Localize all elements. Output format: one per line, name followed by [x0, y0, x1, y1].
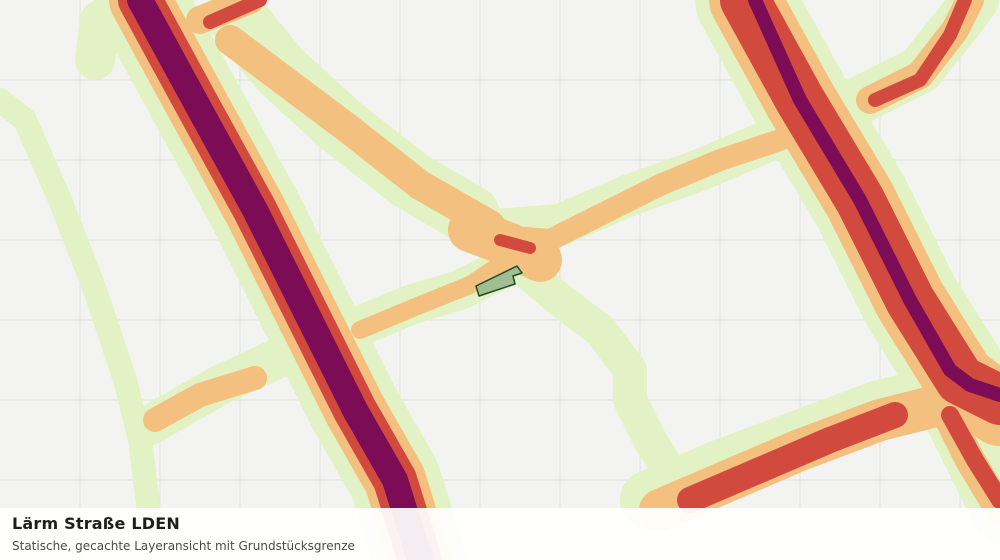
- map-subtitle: Statische, gecachte Layeransicht mit Gru…: [12, 539, 355, 553]
- noise-map[interactable]: [0, 0, 1000, 560]
- map-title: Lärm Straße LDEN: [12, 514, 180, 533]
- map-caption: Lärm Straße LDEN Statische, gecachte Lay…: [0, 508, 1000, 560]
